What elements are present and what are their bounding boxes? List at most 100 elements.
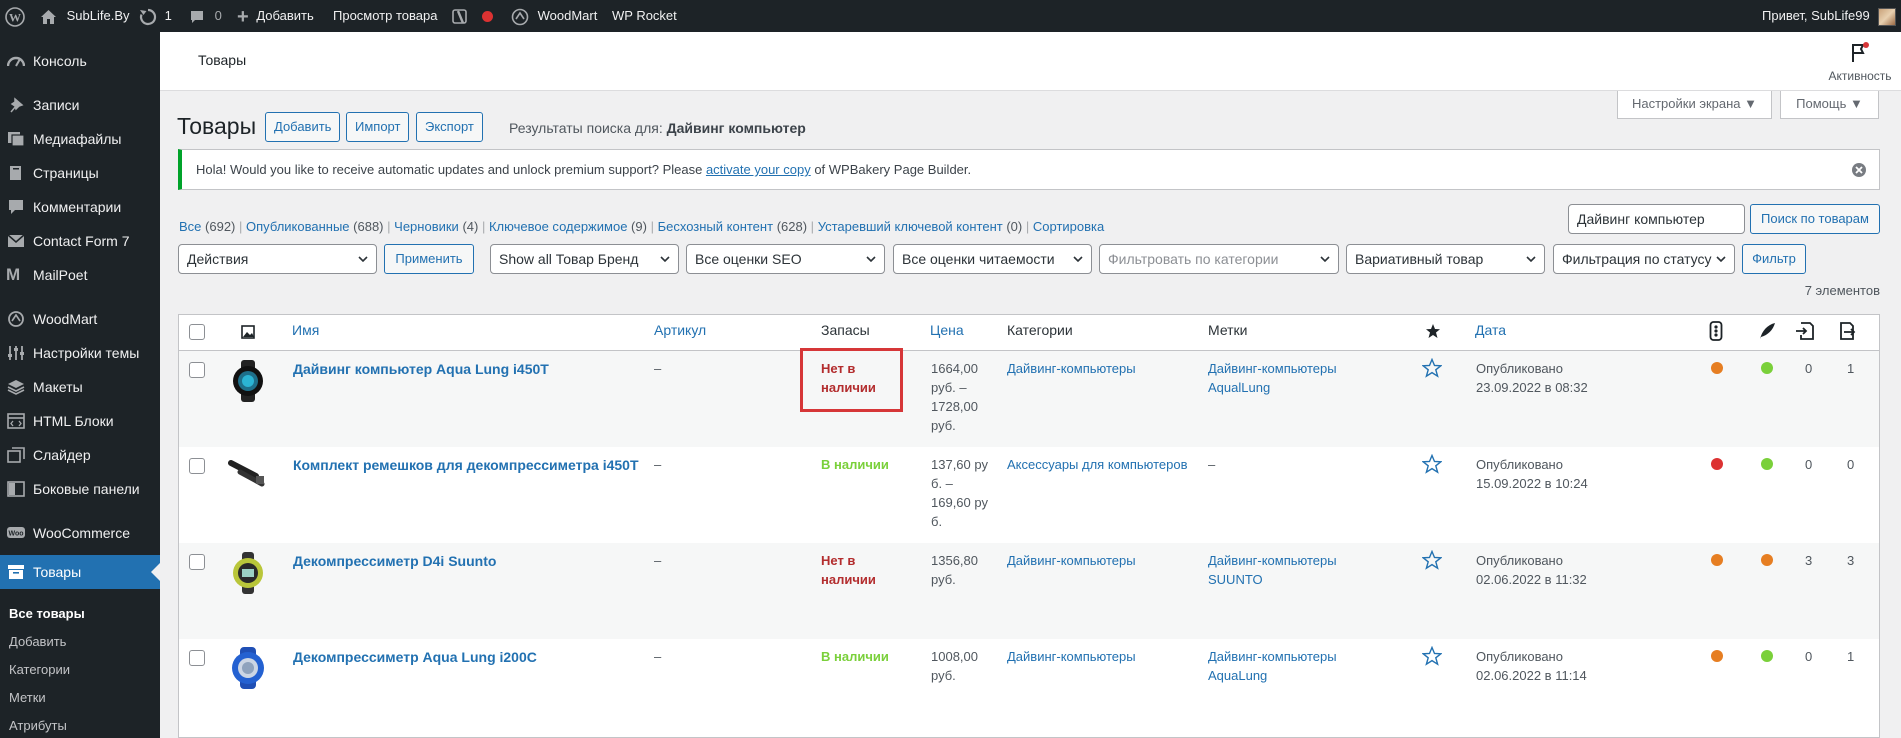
- featured-star-icon[interactable]: [1425, 323, 1441, 339]
- select-all-checkbox[interactable]: [189, 324, 205, 340]
- column-name[interactable]: Имя: [292, 322, 319, 338]
- menu-posts[interactable]: Записи: [0, 88, 160, 122]
- import-button[interactable]: Импорт: [346, 112, 410, 142]
- menu-contact-form-7[interactable]: Contact Form 7: [0, 224, 160, 258]
- product-name-link[interactable]: Комплект ремешков для декомпрессиметра i…: [293, 457, 639, 473]
- readability-icon[interactable]: [1757, 321, 1777, 341]
- menu-woocommerce[interactable]: Woo WooCommerce: [0, 516, 160, 550]
- dismiss-icon[interactable]: [1851, 162, 1867, 178]
- price-value: 1356,80 руб.: [931, 553, 978, 587]
- column-sku[interactable]: Артикул: [654, 322, 706, 338]
- yoast-icon[interactable]: [451, 0, 469, 32]
- product-name-link[interactable]: Декомпрессиметр Aqua Lung i200C: [293, 649, 537, 665]
- menu-slider[interactable]: Слайдер: [0, 438, 160, 472]
- apply-button[interactable]: Применить: [384, 244, 474, 274]
- wp-rocket-link[interactable]: WP Rocket: [612, 0, 677, 32]
- view-product-link[interactable]: Просмотр товара: [333, 0, 437, 32]
- bulk-actions-select[interactable]: Действия: [178, 244, 377, 274]
- view-stale-link[interactable]: Устаревший ключевой контент: [818, 219, 1003, 234]
- featured-star-icon[interactable]: [1422, 646, 1442, 666]
- screen-options-button[interactable]: Настройки экрана ▼: [1617, 91, 1772, 119]
- featured-star-icon[interactable]: [1422, 454, 1442, 474]
- submenu-all-products[interactable]: Все товары: [9, 606, 85, 621]
- incoming-links-icon[interactable]: [1795, 321, 1815, 341]
- category-link[interactable]: Дайвинг-компьютеры: [1007, 359, 1136, 378]
- product-thumbnail[interactable]: [228, 458, 268, 488]
- product-name-link[interactable]: Декомпрессиметр D4i Suunto: [293, 553, 496, 569]
- menu-theme-settings[interactable]: Настройки темы: [0, 336, 160, 370]
- submenu-categories[interactable]: Категории: [9, 662, 70, 677]
- product-thumbnail[interactable]: [225, 645, 271, 691]
- view-drafts-link[interactable]: Черновики: [394, 219, 459, 234]
- new-content-link[interactable]: + Добавить: [237, 0, 314, 32]
- export-button[interactable]: Экспорт: [416, 112, 483, 142]
- view-orphaned-link[interactable]: Бесхозный контент: [658, 219, 773, 234]
- product-name-link[interactable]: Дайвинг компьютер Aqua Lung i450T: [293, 361, 549, 377]
- column-price[interactable]: Цена: [930, 322, 964, 338]
- column-tags: Метки: [1208, 322, 1248, 338]
- column-date[interactable]: Дата: [1475, 322, 1506, 338]
- breadcrumb: Товары: [198, 52, 247, 68]
- chevron-down-icon: [1526, 256, 1536, 262]
- help-button[interactable]: Помощь ▼: [1780, 91, 1879, 119]
- product-thumbnail[interactable]: [225, 550, 271, 596]
- featured-star-icon[interactable]: [1422, 550, 1442, 570]
- menu-layouts[interactable]: Макеты: [0, 370, 160, 404]
- activate-link[interactable]: activate your copy: [706, 162, 811, 177]
- wordpress-logo-icon[interactable]: W: [5, 0, 25, 32]
- category-link[interactable]: Аксессуары для компьютеров: [1007, 455, 1188, 474]
- menu-media[interactable]: Медиафайлы: [0, 122, 160, 156]
- row-checkbox[interactable]: [189, 362, 205, 378]
- search-input[interactable]: Дайвинг компьютер: [1568, 204, 1745, 234]
- view-sorting-link[interactable]: Сортировка: [1033, 219, 1104, 234]
- category-filter-select[interactable]: Фильтровать по категории: [1099, 244, 1339, 274]
- site-name-link[interactable]: SubLife.By: [40, 0, 130, 32]
- account-link[interactable]: Привет, SubLife99: [1762, 0, 1897, 32]
- outgoing-links-icon[interactable]: [1838, 321, 1858, 341]
- menu-mailpoet[interactable]: M MailPoet: [0, 258, 160, 292]
- add-product-button[interactable]: Добавить: [265, 112, 341, 142]
- category-link[interactable]: Дайвинг-компьютеры: [1007, 647, 1136, 666]
- menu-woodmart[interactable]: WoodMart: [0, 302, 160, 336]
- product-type-select[interactable]: Вариативный товар: [1346, 244, 1545, 274]
- readability-select[interactable]: Все оценки читаемости: [893, 244, 1092, 274]
- readability-dot: [1761, 458, 1773, 470]
- activity-button[interactable]: Активность: [1820, 38, 1900, 88]
- tags-links[interactable]: Дайвинг-компьютеры SUUNTO: [1208, 551, 1337, 589]
- submenu-add[interactable]: Добавить: [9, 634, 66, 649]
- menu-sidebars[interactable]: Боковые панели: [0, 472, 160, 506]
- stock-status-select[interactable]: Фильтрация по статусу: [1553, 244, 1735, 274]
- comments-link[interactable]: 0: [189, 0, 222, 32]
- product-thumbnail[interactable]: [225, 358, 271, 404]
- menu-products[interactable]: Товары: [0, 555, 160, 589]
- updates-link[interactable]: 1: [139, 0, 172, 32]
- view-cornerstone-link[interactable]: Ключевое содержимое: [489, 219, 627, 234]
- featured-star-icon[interactable]: [1422, 358, 1442, 378]
- search-products-button[interactable]: Поиск по товарам: [1750, 204, 1880, 234]
- sku-value: –: [654, 553, 662, 568]
- view-all-link[interactable]: Все: [179, 219, 201, 234]
- html-block-icon: [7, 413, 25, 429]
- submenu-attributes[interactable]: Атрибуты: [9, 718, 67, 733]
- submenu-tags[interactable]: Метки: [9, 690, 46, 705]
- menu-console[interactable]: Консоль: [0, 44, 160, 78]
- row-checkbox[interactable]: [189, 650, 205, 666]
- menu-html-blocks[interactable]: HTML Блоки: [0, 404, 160, 438]
- pages-icon: [10, 166, 21, 180]
- stock-status: В наличии: [821, 457, 889, 472]
- readability-dot: [1761, 650, 1773, 662]
- tags-links[interactable]: Дайвинг-компьютеры AqualLung: [1208, 359, 1337, 397]
- woodmart-link[interactable]: WoodMart: [511, 0, 597, 32]
- menu-pages[interactable]: Страницы: [0, 156, 160, 190]
- filter-button[interactable]: Фильтр: [1742, 244, 1806, 274]
- tags-links[interactable]: Дайвинг-компьютеры AquaLung: [1208, 647, 1337, 685]
- row-checkbox[interactable]: [189, 554, 205, 570]
- seo-score-select[interactable]: Все оценки SEO: [686, 244, 885, 274]
- brand-filter-select[interactable]: Show all Товар Бренд: [490, 244, 679, 274]
- row-checkbox[interactable]: [189, 458, 205, 474]
- seo-score-icon[interactable]: [1709, 321, 1723, 341]
- category-link[interactable]: Дайвинг-компьютеры: [1007, 551, 1136, 570]
- view-published-link[interactable]: Опубликованные: [246, 219, 350, 234]
- menu-comments[interactable]: Комментарии: [0, 190, 160, 224]
- date-value: Опубликовано 15.09.2022 в 10:24: [1476, 457, 1588, 491]
